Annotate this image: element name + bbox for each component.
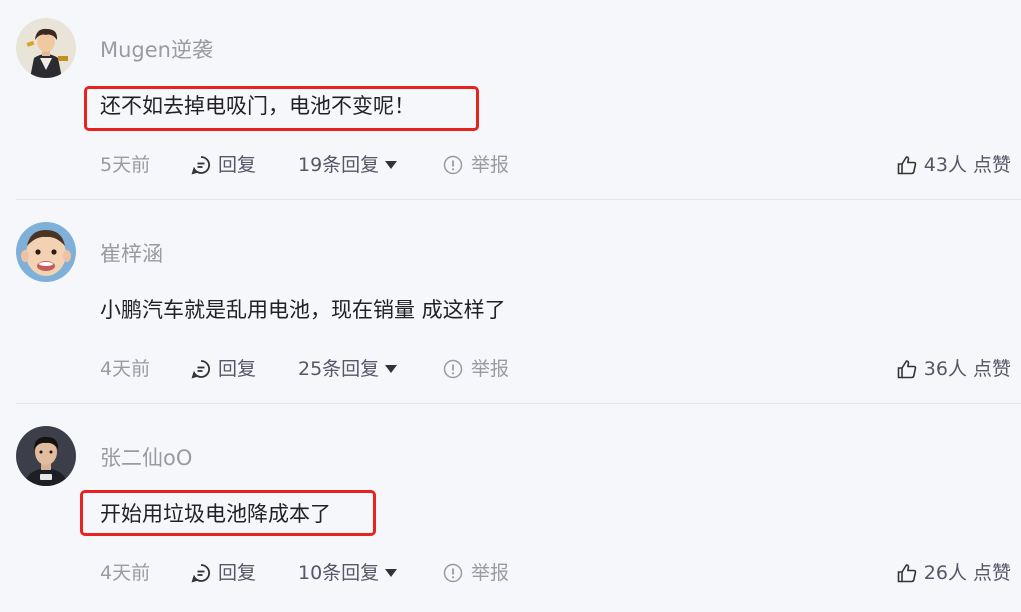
reply-icon <box>190 154 212 176</box>
comment-actions: 4天前 回复 25条回复 举报 36人 点赞 <box>0 354 1021 384</box>
reply-button[interactable]: 回复 <box>190 150 256 180</box>
report-label: 举报 <box>471 358 510 380</box>
timestamp: 5天前 <box>100 154 151 176</box>
view-replies-button[interactable]: 10条回复 <box>298 558 398 588</box>
comment-item: Mugen逆袭 还不如去掉电吸门，电池不变呢！ 5天前 回复 19条回复 举报 <box>0 0 1021 204</box>
reply-label: 回复 <box>218 154 257 176</box>
comment-text: 开始用垃圾电池降成本了 <box>100 502 331 526</box>
replies-count: 25条回复 <box>298 358 380 380</box>
warning-icon <box>443 563 463 583</box>
person-avatar-icon <box>16 18 76 78</box>
timestamp: 4天前 <box>100 358 151 380</box>
comment-actions: 4天前 回复 10条回复 举报 26人 点赞 <box>0 558 1021 588</box>
reply-button[interactable]: 回复 <box>190 558 256 588</box>
username[interactable]: 崔梓涵 <box>100 239 163 269</box>
likes-count: 43人 点赞 <box>923 154 1011 176</box>
avatar[interactable] <box>16 426 76 486</box>
username[interactable]: 张二仙oO <box>100 443 192 473</box>
likes-count: 26人 点赞 <box>923 562 1011 584</box>
reply-button[interactable]: 回复 <box>190 354 256 384</box>
comment-item: 张二仙oO 开始用垃圾电池降成本了 4天前 回复 10条回复 举报 26人 点赞 <box>0 408 1021 612</box>
report-button[interactable]: 举报 <box>443 558 509 588</box>
comment-actions: 5天前 回复 19条回复 举报 43人 点赞 <box>0 150 1021 180</box>
like-button[interactable]: 36人 点赞 <box>896 354 1011 384</box>
report-label: 举报 <box>471 154 510 176</box>
divider <box>16 403 1021 404</box>
view-replies-button[interactable]: 25条回复 <box>298 354 398 384</box>
reply-icon <box>190 562 212 584</box>
like-button[interactable]: 26人 点赞 <box>896 558 1011 588</box>
comment-text: 小鹏汽车就是乱用电池，现在销量 成这样了 <box>100 298 506 322</box>
report-button[interactable]: 举报 <box>443 150 509 180</box>
warning-icon <box>443 359 463 379</box>
man-avatar-icon <box>16 426 76 486</box>
like-button[interactable]: 43人 点赞 <box>896 150 1011 180</box>
caret-down-icon <box>385 364 398 374</box>
avatar[interactable] <box>16 18 76 78</box>
username[interactable]: Mugen逆袭 <box>100 35 213 65</box>
comment-text: 还不如去掉电吸门，电池不变呢！ <box>100 94 415 118</box>
timestamp: 4天前 <box>100 562 151 584</box>
caret-down-icon <box>385 160 398 170</box>
reply-label: 回复 <box>218 562 257 584</box>
replies-count: 19条回复 <box>298 154 380 176</box>
warning-icon <box>443 155 463 175</box>
report-label: 举报 <box>471 562 510 584</box>
report-button[interactable]: 举报 <box>443 354 509 384</box>
replies-count: 10条回复 <box>298 562 380 584</box>
baby-avatar-icon <box>16 222 76 282</box>
comment-item: 崔梓涵 小鹏汽车就是乱用电池，现在销量 成这样了 4天前 回复 25条回复 举报 <box>0 204 1021 408</box>
thumbs-up-icon <box>896 358 918 380</box>
thumbs-up-icon <box>896 562 918 584</box>
view-replies-button[interactable]: 19条回复 <box>298 150 398 180</box>
thumbs-up-icon <box>896 154 918 176</box>
reply-label: 回复 <box>218 358 257 380</box>
divider <box>16 199 1021 200</box>
avatar[interactable] <box>16 222 76 282</box>
reply-icon <box>190 358 212 380</box>
caret-down-icon <box>385 568 398 578</box>
likes-count: 36人 点赞 <box>923 358 1011 380</box>
